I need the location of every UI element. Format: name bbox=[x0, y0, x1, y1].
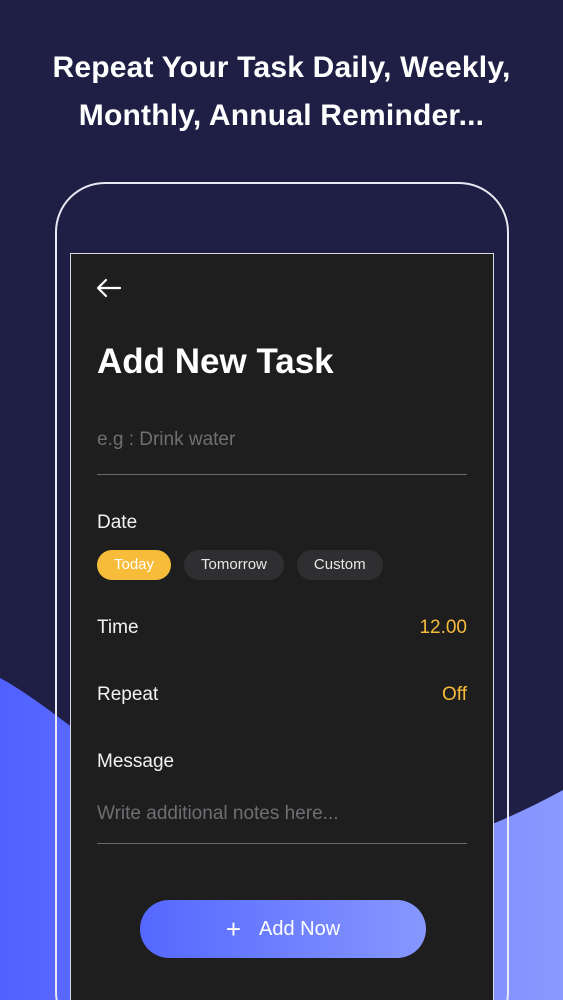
arrow-left-icon bbox=[96, 278, 122, 298]
repeat-value[interactable]: Off bbox=[442, 684, 467, 706]
repeat-label: Repeat bbox=[97, 684, 159, 705]
date-chip-today[interactable]: Today bbox=[97, 550, 172, 580]
time-label: Time bbox=[97, 617, 139, 638]
headline-line-2: Monthly, Annual Reminder... bbox=[78, 99, 485, 132]
app-screen: Add New Task Date Today Tomorrow Custom … bbox=[70, 253, 494, 1000]
add-now-label: Add Now bbox=[259, 917, 341, 940]
back-button[interactable] bbox=[95, 276, 123, 300]
add-now-button[interactable]: + Add Now bbox=[140, 900, 426, 958]
message-input-underline bbox=[97, 843, 467, 844]
time-value[interactable]: 12.00 bbox=[419, 617, 467, 639]
date-chip-custom[interactable]: Custom bbox=[296, 550, 383, 580]
task-input-underline bbox=[97, 474, 467, 475]
date-label: Date bbox=[97, 512, 138, 533]
message-input[interactable] bbox=[97, 796, 467, 832]
headline: Repeat Your Task Daily, Weekly, Monthly,… bbox=[0, 44, 563, 140]
task-name-input[interactable] bbox=[97, 420, 467, 460]
date-chip-tomorrow[interactable]: Tomorrow bbox=[184, 550, 284, 580]
date-options: Today Tomorrow Custom bbox=[97, 550, 383, 580]
page-title: Add New Task bbox=[97, 342, 334, 381]
headline-line-1: Repeat Your Task Daily, Weekly, bbox=[52, 51, 511, 84]
message-label: Message bbox=[97, 751, 175, 772]
plus-icon: + bbox=[225, 914, 242, 944]
